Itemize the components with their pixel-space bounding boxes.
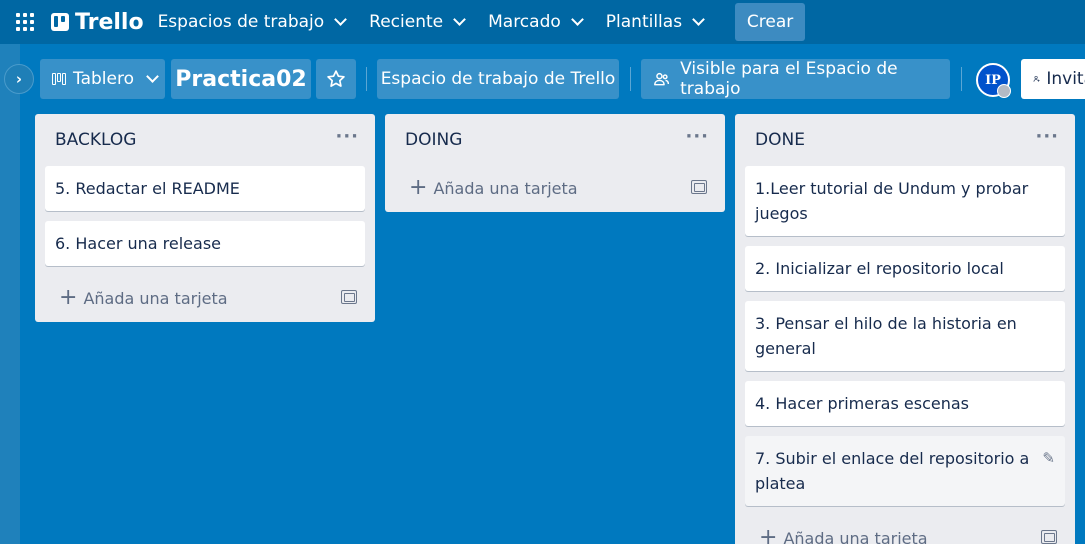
admin-badge-icon (997, 84, 1011, 98)
people-icon (654, 72, 670, 86)
chevron-down-icon (570, 13, 584, 26)
trello-logo-text: Trello (75, 9, 144, 35)
top-navbar: Trello Espacios de trabajo Reciente Marc… (0, 0, 1085, 44)
list-title[interactable]: BACKLOG (55, 130, 136, 150)
nav-workspaces-label: Espacios de trabajo (157, 12, 325, 32)
card-text: 7. Subir el enlace del repositorio a pla… (755, 449, 1030, 493)
list-title[interactable]: DOING (405, 130, 462, 150)
card[interactable]: 5. Redactar el README (45, 166, 365, 211)
nav-starred-menu[interactable]: Marcado (478, 0, 592, 44)
list-title[interactable]: DONE (755, 130, 805, 150)
list-doing: DOING ··· + Añada una tarjeta (385, 114, 725, 212)
divider (366, 67, 367, 91)
plus-icon: + (59, 284, 78, 310)
card-hovered[interactable]: 7. Subir el enlace del repositorio a pla… (745, 436, 1065, 506)
card[interactable]: 2. Inicializar el repositorio local (745, 246, 1065, 291)
divider (961, 67, 962, 91)
board-view-label: Tablero (73, 69, 134, 89)
add-card-button[interactable]: + Añada una tarjeta (759, 525, 928, 544)
nav-templates-menu[interactable]: Plantillas (596, 0, 713, 44)
chevron-down-icon (146, 70, 159, 83)
invite-label: Invitar (1046, 69, 1085, 89)
list-done: DONE ··· 1.Leer tutorial de Undum y prob… (735, 114, 1075, 544)
add-card-label: Añada una tarjeta (83, 288, 228, 308)
add-card-label: Añada una tarjeta (783, 528, 928, 544)
star-icon (327, 70, 345, 87)
star-board-button[interactable] (316, 59, 356, 99)
card[interactable]: 6. Hacer una release (45, 221, 365, 266)
chevron-down-icon (692, 13, 705, 26)
visibility-label: Visible para el Espacio de trabajo (680, 59, 898, 99)
plus-icon: + (409, 174, 428, 200)
visibility-button[interactable]: Visible para el Espacio de trabajo (641, 59, 950, 99)
board-view-icon (52, 73, 67, 85)
divider (630, 67, 631, 91)
board-view-switcher[interactable]: Tablero (40, 59, 165, 99)
list-backlog: BACKLOG ··· 5. Redactar el README 6. Hac… (35, 114, 375, 322)
card-template-icon[interactable] (1041, 530, 1057, 544)
add-card-row: + Añada una tarjeta (385, 162, 725, 212)
list-header: DOING ··· (385, 114, 725, 166)
board-title[interactable]: Practica02 (171, 59, 311, 99)
card-template-icon[interactable] (691, 180, 707, 194)
list-header: BACKLOG ··· (35, 114, 375, 166)
nav-recent-label: Reciente (369, 12, 444, 32)
add-card-label: Añada una tarjeta (433, 178, 578, 198)
plus-icon: + (759, 524, 778, 544)
nav-starred-label: Marcado (488, 12, 561, 32)
nav-templates-label: Plantillas (605, 12, 683, 32)
trello-logo[interactable]: Trello (51, 10, 144, 35)
list-header: DONE ··· (735, 114, 1075, 166)
invite-button[interactable]: Invitar (1021, 59, 1085, 99)
add-card-row: + Añada una tarjeta (735, 512, 1075, 544)
card-template-icon[interactable] (341, 290, 357, 304)
add-card-button[interactable]: + Añada una tarjeta (59, 285, 228, 310)
add-card-button[interactable]: + Añada una tarjeta (409, 175, 578, 200)
card[interactable]: 3. Pensar el hilo de la historia en gene… (745, 301, 1065, 371)
collapsed-sidebar (0, 44, 20, 544)
nav-recent-menu[interactable]: Reciente (359, 0, 474, 44)
add-card-row: + Añada una tarjeta (35, 272, 375, 322)
trello-logo-icon (51, 13, 69, 31)
card[interactable]: 1.Leer tutorial de Undum y probar juegos (745, 166, 1065, 236)
chevron-down-icon (453, 13, 466, 26)
edit-pencil-icon[interactable]: ✎ (1042, 446, 1055, 471)
more-options-icon[interactable]: ··· (685, 126, 709, 147)
chevron-down-icon (334, 13, 348, 26)
add-person-icon (1033, 75, 1040, 82)
chevron-right-icon: › (15, 70, 23, 88)
member-avatar[interactable]: IP (976, 63, 1011, 98)
more-options-icon[interactable]: ··· (335, 126, 359, 147)
expand-sidebar-button[interactable]: › (4, 64, 34, 94)
more-options-icon[interactable]: ··· (1035, 126, 1059, 147)
app-switcher-icon[interactable] (16, 12, 36, 32)
workspace-button[interactable]: Espacio de trabajo de Trello (377, 59, 619, 99)
card[interactable]: 4. Hacer primeras escenas (745, 381, 1065, 426)
create-button[interactable]: Crear (735, 3, 806, 41)
nav-workspaces-menu[interactable]: Espacios de trabajo (148, 0, 356, 44)
